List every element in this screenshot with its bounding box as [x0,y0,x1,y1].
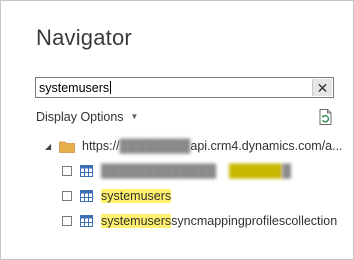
redacted-highlight: ██████ [229,164,283,178]
close-icon: ✕ [316,79,329,96]
table-icon [80,215,93,227]
item-checkbox[interactable] [62,191,72,201]
item-checkbox[interactable] [62,216,72,226]
item-checkbox[interactable] [62,166,72,176]
tree-root-node[interactable]: ◢ https://████████api.crm4.dynamics.com/… [45,136,343,156]
table-row[interactable]: systemusers [62,186,172,206]
search-input[interactable] [39,79,299,96]
display-options-dropdown[interactable]: Display Options ▼ [36,110,138,124]
redacted-text: █████████████ [101,164,217,178]
chevron-down-icon: ▼ [130,111,139,121]
search-highlight: systemusers [101,214,172,228]
table-icon [80,165,93,177]
source-url: https://████████api.crm4.dynamics.com/a.… [82,139,343,153]
refresh-icon [319,109,332,125]
search-box[interactable]: ✕ [35,77,334,98]
dialog-title: Navigator [36,25,132,50]
table-row[interactable]: █████████████ ███████ [62,161,291,181]
navigator-dialog: Navigator ✕ Display Options ▼ ◢ https://… [0,0,354,260]
item-label-redacted: █████████████ ███████ [101,164,291,178]
refresh-button[interactable] [317,108,335,126]
redacted-url-part: ████████ [119,139,191,153]
table-row[interactable]: systemuserssyncmappingprofilescollection [62,211,337,231]
collapse-arrow-icon[interactable]: ◢ [45,142,53,151]
display-options-label: Display Options [36,110,124,124]
item-label: systemusers [101,189,172,203]
table-icon [80,190,93,202]
text-caret [110,81,111,94]
item-label: systemuserssyncmappingprofilescollection [101,214,338,228]
folder-icon [59,141,75,153]
search-highlight: systemusers [101,189,172,203]
clear-search-button[interactable]: ✕ [312,79,332,96]
